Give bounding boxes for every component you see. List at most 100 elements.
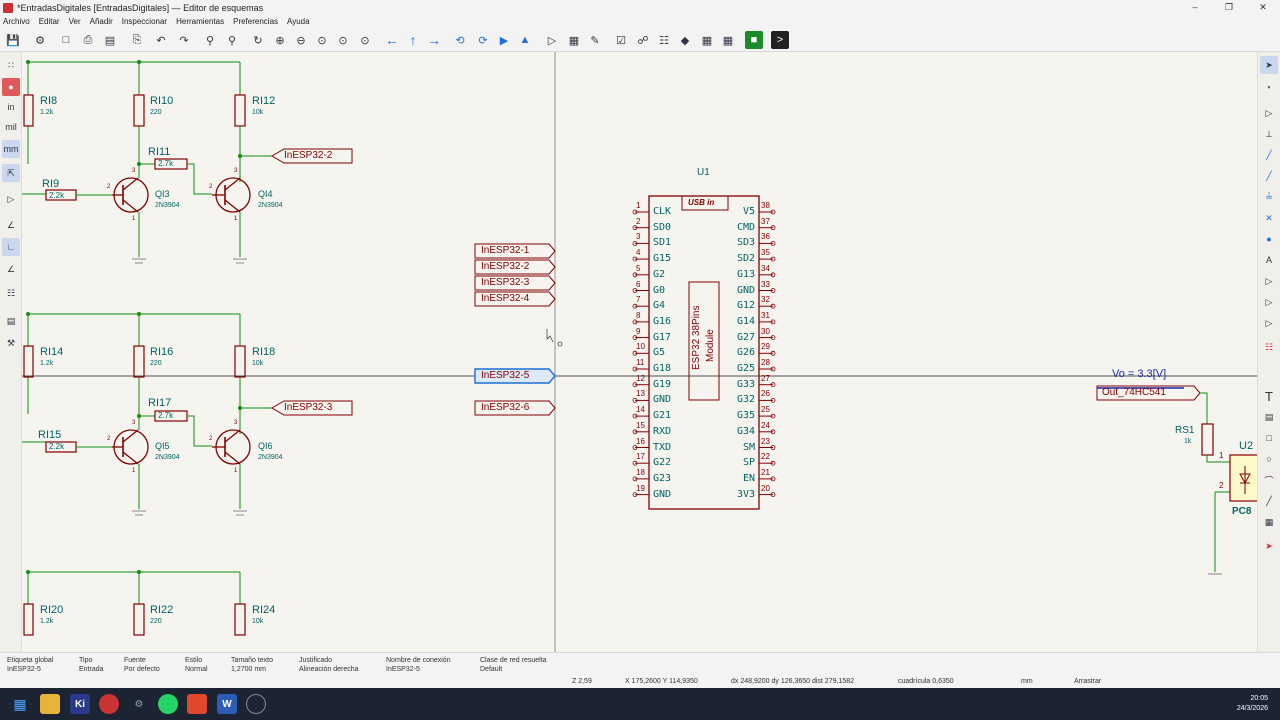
annotate-icon[interactable]: ✎ <box>586 31 604 49</box>
menu-anadir[interactable]: Añadir <box>90 15 113 28</box>
mirror-v-icon[interactable]: ▶ <box>495 31 513 49</box>
menu-ver[interactable]: Ver <box>69 15 81 28</box>
global-label-text-mid-3[interactable]: InESP32-3 <box>481 278 529 288</box>
global-label-text-mid-5[interactable]: InESP32-5 <box>481 371 529 381</box>
save-icon[interactable]: 💾 <box>4 31 22 49</box>
find-icon[interactable]: ⚲ <box>201 31 219 49</box>
global-label-icon[interactable]: ▷ <box>1260 272 1278 290</box>
wire-45-icon[interactable]: ∠ <box>2 260 20 278</box>
resistor-ri24[interactable] <box>234 603 246 636</box>
find-replace-icon[interactable]: ⚲ <box>223 31 241 49</box>
navigate-back-icon[interactable]: ← <box>383 31 401 49</box>
undo-icon[interactable]: ↶ <box>152 31 170 49</box>
pcb-editor-icon[interactable]: ▦ <box>698 31 716 49</box>
bus-entry-icon[interactable]: ≟ <box>1260 188 1278 206</box>
menu-herramientas[interactable]: Herramientas <box>176 15 224 28</box>
delete-icon[interactable]: ➤ <box>1260 537 1278 555</box>
rectangle-icon[interactable]: □ <box>1260 429 1278 447</box>
menu-inspeccionar[interactable]: Inspeccionar <box>122 15 167 28</box>
whatsapp-icon[interactable] <box>158 694 178 714</box>
page-settings-icon[interactable]: □ <box>57 31 75 49</box>
unit-inch-button[interactable]: in <box>2 98 20 116</box>
zoom-out-icon[interactable]: ⊖ <box>292 31 310 49</box>
file-explorer-icon[interactable] <box>40 694 60 714</box>
erc-icon[interactable]: ☑ <box>612 31 630 49</box>
close-button[interactable]: ✕ <box>1246 2 1280 13</box>
paste-icon[interactable]: ⎘ <box>128 31 146 49</box>
refresh-icon[interactable]: ↻ <box>249 31 267 49</box>
grid-toggle-icon[interactable]: ∷ <box>2 56 20 74</box>
bom-icon[interactable]: ☷ <box>655 31 673 49</box>
unit-mm-button[interactable]: mm <box>2 140 20 158</box>
resistor-ri18[interactable] <box>234 345 246 378</box>
hier-sheet-icon[interactable]: ▷ <box>1260 314 1278 332</box>
global-label-text-mid-6[interactable]: InESP32-6 <box>481 403 529 413</box>
schematic-canvas[interactable]: RI8 1.2k RI10 220 RI12 10k RI11 2.7k RI9 2.2k RI14… <box>22 52 1257 652</box>
plot-icon[interactable]: ▤ <box>101 31 119 49</box>
footprint-assign-icon[interactable]: ☍ <box>634 31 652 49</box>
navigate-up-icon[interactable]: ↑ <box>404 31 422 49</box>
symbol-editor-icon[interactable]: ▷ <box>543 31 561 49</box>
resistor-ri22[interactable] <box>133 603 145 636</box>
start-icon[interactable]: ▦ <box>10 694 30 714</box>
global-label-text-mid-2[interactable]: InESP32-2 <box>481 262 529 272</box>
rotate-cw-icon[interactable]: ⟳ <box>474 31 492 49</box>
resistor-ri8[interactable] <box>23 94 34 127</box>
arc-icon[interactable]: ⌒ <box>1260 471 1278 489</box>
zoom-selection-icon[interactable]: ⊙ <box>356 31 374 49</box>
mirror-h-icon[interactable]: ▲ <box>516 31 534 49</box>
zoom-in-icon[interactable]: ⊕ <box>271 31 289 49</box>
out-label-text[interactable]: Out_74HC541 <box>1102 388 1166 398</box>
menu-ayuda[interactable]: Ayuda <box>287 15 310 28</box>
hier-label-icon[interactable]: ▷ <box>1260 293 1278 311</box>
menu-preferencias[interactable]: Preferencias <box>233 15 278 28</box>
ic-u2[interactable] <box>1229 454 1257 502</box>
highlight-net-icon[interactable]: ⋆ <box>1260 78 1278 96</box>
kicad-icon[interactable]: Ki <box>70 694 90 714</box>
brave-icon[interactable] <box>187 694 207 714</box>
global-label-text-left-1[interactable]: InESP32-2 <box>284 151 332 161</box>
junction-icon[interactable]: ● <box>1260 230 1278 248</box>
console-icon[interactable]: > <box>771 31 789 49</box>
scripting-console-icon[interactable]: ▦ <box>719 31 737 49</box>
hierarchy-icon[interactable]: ▤ <box>2 312 20 330</box>
resistor-ri12[interactable] <box>234 94 246 127</box>
textbox-icon[interactable]: ▤ <box>1260 408 1278 426</box>
minimize-button[interactable]: – <box>1178 2 1212 13</box>
global-label-text-left-2[interactable]: InESP32-3 <box>284 403 332 413</box>
unit-mil-button[interactable]: mil <box>2 118 20 136</box>
rotate-ccw-icon[interactable]: ⟲ <box>451 31 469 49</box>
add-symbol-icon[interactable]: ▷ <box>1260 104 1278 122</box>
resistor-ri20[interactable] <box>23 603 34 636</box>
symbol-browser-icon[interactable]: ▦ <box>565 31 583 49</box>
maximize-button[interactable]: ❐ <box>1212 2 1246 13</box>
chrome-icon[interactable] <box>99 694 119 714</box>
properties-icon[interactable]: ⚒ <box>2 334 20 352</box>
hidden-pins-icon[interactable]: ▷ <box>2 190 20 208</box>
resistor-ri14[interactable] <box>23 345 34 378</box>
global-label-text-mid-4[interactable]: InESP32-4 <box>481 294 529 304</box>
netlist-icon[interactable]: ◆ <box>676 31 694 49</box>
add-bus-icon[interactable]: ╱ <box>1260 167 1278 185</box>
navigate-forward-icon[interactable]: → <box>425 31 443 49</box>
add-wire-icon[interactable]: ╱ <box>1260 146 1278 164</box>
cursor-mode-icon[interactable]: ⇱ <box>2 164 20 182</box>
no-connect-icon[interactable]: ✕ <box>1260 209 1278 227</box>
word-icon[interactable]: W <box>217 694 237 714</box>
zoom-fit-icon[interactable]: ⊙ <box>313 31 331 49</box>
menu-archivo[interactable]: Archivo <box>3 15 30 28</box>
wire-90-icon[interactable]: ∟ <box>2 238 20 256</box>
print-icon[interactable]: ⎙ <box>79 31 97 49</box>
line-icon[interactable]: ╱ <box>1260 492 1278 510</box>
hier-pin-icon[interactable]: ☷ <box>1260 338 1278 356</box>
app-icon[interactable] <box>246 694 266 714</box>
wire-angle-icon[interactable]: ∠ <box>2 216 20 234</box>
menu-editar[interactable]: Editar <box>39 15 60 28</box>
add-power-icon[interactable]: ⊥ <box>1260 125 1278 143</box>
resistor-ri16[interactable] <box>133 345 145 378</box>
image-icon[interactable]: ▦ <box>1260 513 1278 531</box>
schematic-setup-icon[interactable]: ⚙ <box>31 31 49 49</box>
global-label-text-mid-1[interactable]: InESP32-1 <box>481 246 529 256</box>
select-icon[interactable]: ➤ <box>1260 56 1278 74</box>
erc-markers-icon[interactable]: ● <box>2 78 20 96</box>
